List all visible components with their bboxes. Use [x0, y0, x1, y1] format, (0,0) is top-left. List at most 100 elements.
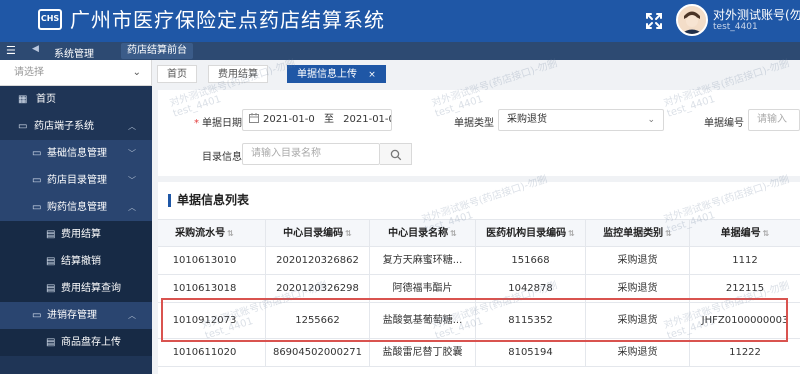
document-number-placeholder: 请输入: [757, 114, 787, 125]
table-cell: 1112: [732, 255, 758, 266]
sidebar-item-label: 药店端子系统: [34, 121, 94, 132]
table-cell: 采购退货: [586, 339, 690, 367]
document-number-label: 单据编号: [704, 118, 744, 129]
chevron-down-icon: ﹀: [128, 149, 136, 158]
table-cell: JHFZ0100000003: [701, 315, 789, 326]
table-cell: 1010613018: [158, 275, 266, 303]
table-cell: 8105194: [476, 339, 586, 367]
table-cell: 1010912073: [158, 303, 266, 339]
date-range-picker[interactable]: 2021-01-0 至 2021-01-0: [242, 109, 392, 131]
table-row[interactable]: 1010912073 1255662 盐酸氨基葡萄糖... 8115352 采购…: [158, 303, 800, 339]
table-cell: 151668: [476, 247, 586, 275]
sidebar-item-settlement-revoke[interactable]: ▤ 结算撤销: [0, 248, 152, 275]
chevron-down-icon: ⌄: [132, 67, 141, 78]
chevron-up-icon: ︿: [128, 203, 136, 212]
sidebar-item-fee-settlement[interactable]: ▤ 费用结算: [0, 221, 152, 248]
table-cell: 1042878: [476, 275, 586, 303]
app-header: CHS 广州市医疗保险定点药店结算系统 对外测试账号(勿 test_4401: [0, 0, 800, 42]
module-pharmacy-front[interactable]: 药店结算前台: [121, 43, 193, 59]
column-header-org-code[interactable]: 医药机构目录编码 ⇅: [476, 220, 586, 248]
document-list-title: 单据信息列表: [168, 194, 249, 207]
folder-icon: ▭: [32, 148, 42, 159]
sort-icon: ⇅: [227, 229, 234, 238]
table-row[interactable]: 1010613010 2020120326862 复方天麻蜜环糖... 1516…: [158, 247, 800, 275]
tab-home[interactable]: 首页: [157, 65, 197, 83]
document-type-value: 采购退货: [507, 114, 547, 125]
tab-fee-settlement[interactable]: 费用结算: [208, 65, 268, 83]
sort-icon: ⇅: [345, 229, 352, 238]
system-management-link[interactable]: 系统管理: [54, 45, 94, 60]
table-cell: 盐酸雷尼替丁胶囊: [370, 339, 476, 367]
user-id: test_4401: [713, 22, 758, 32]
document-type-select[interactable]: 采购退货 ⌄: [498, 109, 664, 131]
sidebar-item-basic-info[interactable]: ▭ 基础信息管理 ﹀: [0, 140, 152, 167]
sidebar-item-catalog[interactable]: ▭ 药店目录管理 ﹀: [0, 167, 152, 194]
sidebar-item-stock-upload[interactable]: ▤ 商品盘存上传: [0, 329, 152, 356]
menu-toggle-icon[interactable]: ☰: [6, 45, 16, 57]
tab-label: 首页: [167, 69, 187, 80]
close-icon[interactable]: ×: [368, 70, 376, 80]
table-cell: 采购退货: [586, 247, 690, 275]
tab-bar: 首页 费用结算 单据信息上传 ×: [152, 60, 800, 86]
grid-icon: ▦: [18, 94, 28, 105]
chevron-up-icon: ︿: [128, 311, 136, 320]
date-end: 2021-01-0: [343, 114, 392, 125]
document-icon: ▤: [46, 337, 56, 348]
sidebar-item-label: 购药信息管理: [47, 202, 107, 213]
sidebar-item-settlement-query[interactable]: ▤ 费用结算查询: [0, 275, 152, 302]
sidebar-select-placeholder: 请选择: [14, 67, 44, 78]
sort-icon: ⇅: [665, 229, 672, 238]
document-icon: ▤: [46, 229, 56, 240]
sidebar-item-label: 首页: [36, 94, 56, 105]
table-cell: 212115: [725, 283, 765, 294]
table-cell: 2020120326298: [266, 275, 370, 303]
folder-icon: ▭: [18, 121, 28, 132]
table-cell: 11222: [729, 347, 761, 358]
table-header: 采购流水号 ⇅ 中心目录编码 ⇅ 中心目录名称 ⇅ 医药机构目录编码 ⇅ 监控单据类别 ⇅…: [158, 219, 800, 248]
column-header-document-number[interactable]: 单据编号 ⇅: [690, 220, 800, 248]
sidebar-item-label: 结算撤销: [61, 256, 101, 267]
document-number-input[interactable]: 请输入: [748, 109, 800, 131]
sidebar-item-home[interactable]: ▦ 首页: [0, 86, 152, 113]
calendar-icon: [249, 113, 259, 123]
sidebar-item-label: 药店目录管理: [47, 175, 107, 186]
sort-icon: ⇅: [568, 229, 575, 238]
filter-panel: * 单据日期 2021-01-0 至 2021-01-0 单据类型 采购退货 ⌄ …: [158, 90, 800, 176]
table-cell: 盐酸氨基葡萄糖...: [370, 303, 476, 339]
table-cell: 2020120326862: [266, 247, 370, 275]
sort-icon: ⇅: [762, 229, 770, 238]
sidebar-item-inventory[interactable]: ▭ 进销存管理 ︿: [0, 302, 152, 329]
folder-icon: ▭: [32, 175, 42, 186]
sidebar-module-select[interactable]: 请选择 ⌄: [0, 60, 152, 86]
column-header-purchase-serial[interactable]: 采购流水号 ⇅: [158, 220, 266, 248]
document-icon: ▤: [46, 256, 56, 267]
chevron-left-icon[interactable]: ◀: [32, 44, 39, 54]
column-header-center-code[interactable]: 中心目录编码 ⇅: [266, 220, 370, 248]
table-cell: 采购退货: [586, 275, 690, 303]
avatar[interactable]: [676, 4, 708, 36]
sidebar-item-label: 基础信息管理: [47, 148, 107, 159]
table-cell: 阿德福韦酯片: [370, 275, 476, 303]
sub-navigation: ☰ ◀ 系统管理 药店结算前台: [0, 42, 800, 60]
table-row[interactable]: 1010611020 86904502000271 盐酸雷尼替丁胶囊 81051…: [158, 339, 800, 367]
catalog-search-input[interactable]: 请输入目录名称: [242, 143, 380, 165]
date-separator: 至: [323, 114, 334, 125]
sidebar-item-purchase-info[interactable]: ▭ 购药信息管理 ︿: [0, 194, 152, 221]
table-cell: 1010611020: [158, 339, 266, 367]
column-header-center-name[interactable]: 中心目录名称 ⇅: [370, 220, 476, 248]
document-icon: ▤: [46, 283, 56, 294]
sidebar-item-pharmacy-subsystem[interactable]: ▭ 药店端子系统 ︿: [0, 113, 152, 140]
folder-icon: ▭: [32, 202, 42, 213]
column-header-monitor-type[interactable]: 监控单据类别 ⇅: [586, 220, 690, 248]
sidebar-item-label: 进销存管理: [47, 310, 97, 321]
catalog-info-label: 目录信息: [202, 152, 242, 163]
tab-label: 单据信息上传: [297, 69, 357, 80]
tab-label: 费用结算: [218, 69, 258, 80]
date-start: 2021-01-0: [263, 114, 315, 125]
user-name[interactable]: 对外测试账号(勿: [713, 6, 800, 23]
folder-icon: ▭: [32, 310, 42, 321]
tab-document-upload[interactable]: 单据信息上传 ×: [287, 65, 386, 83]
catalog-search-button[interactable]: [380, 143, 412, 165]
table-row[interactable]: 1010613018 2020120326298 阿德福韦酯片 1042878 …: [158, 275, 800, 303]
fullscreen-icon[interactable]: [645, 12, 663, 30]
